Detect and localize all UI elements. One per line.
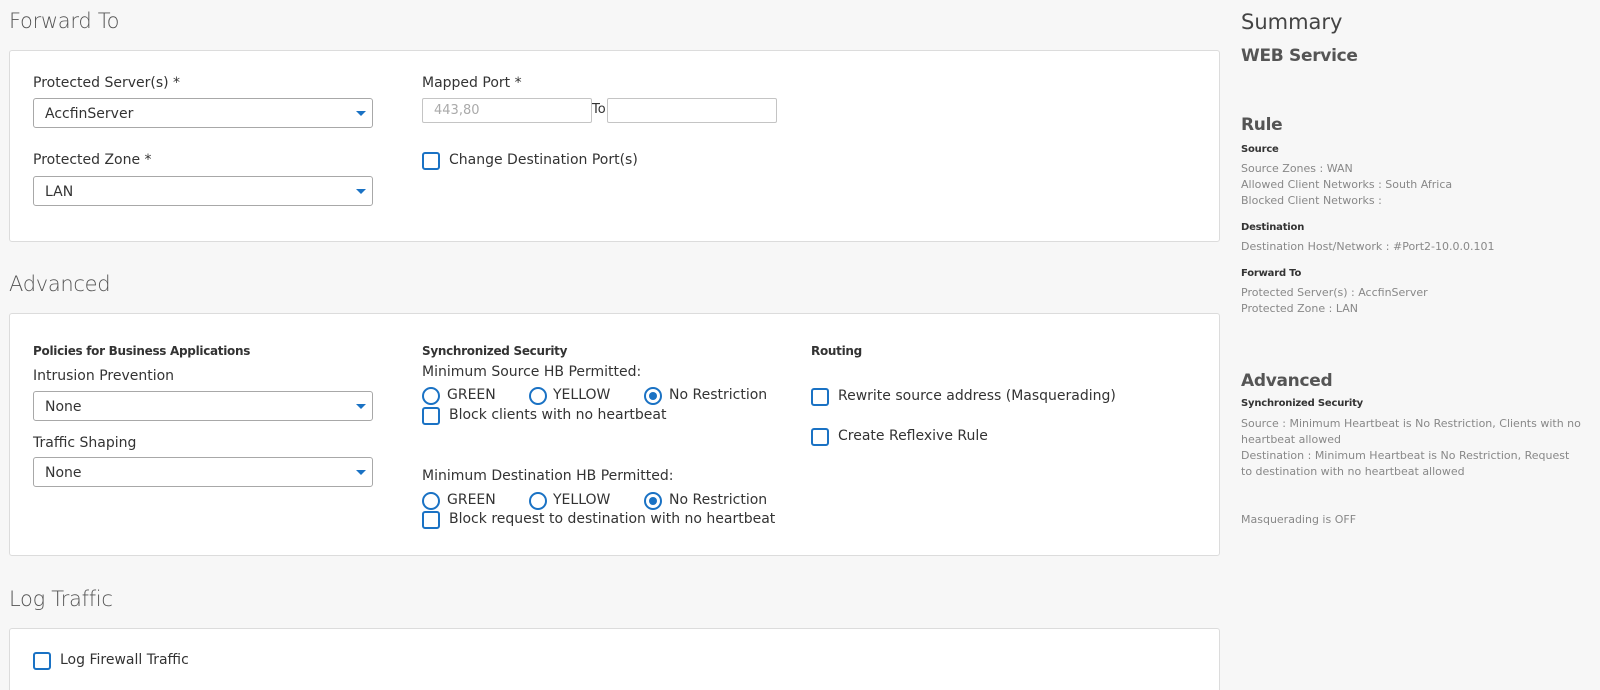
intrusion-prevention-value: None [45, 399, 82, 415]
summary-source-line: Blocked Client Networks : [1241, 194, 1382, 207]
source-hb-yellow-label: YELLOW [553, 387, 611, 403]
summary-advanced-heading: Advanced [1241, 371, 1333, 391]
intrusion-prevention-select[interactable]: None [33, 391, 373, 421]
log-traffic-title: Log Traffic [9, 587, 113, 611]
log-firewall-label: Log Firewall Traffic [60, 652, 189, 668]
summary-forward-line: Protected Zone : LAN [1241, 302, 1358, 315]
forward-to-title: Forward To [9, 9, 120, 33]
summary-sync-line: heartbeat allowed [1241, 433, 1341, 446]
summary-source-list: Source Zones : WAN Allowed Client Networ… [1241, 161, 1452, 209]
mapped-port-label: Mapped Port * [422, 75, 522, 91]
to-label: To [592, 102, 606, 117]
summary-forward-heading: Forward To [1241, 268, 1302, 279]
dest-hb-yellow-label: YELLOW [553, 492, 611, 508]
dest-hb-green-radio[interactable] [422, 492, 440, 510]
intrusion-prevention-label: Intrusion Prevention [33, 368, 175, 384]
summary-forward-line: Protected Server(s) : AccfinServer [1241, 286, 1428, 299]
source-hb-green-label: GREEN [447, 387, 496, 403]
log-traffic-card: Log Firewall Traffic [9, 628, 1220, 690]
advanced-title: Advanced [9, 272, 111, 296]
change-destination-label: Change Destination Port(s) [449, 152, 638, 168]
forward-to-card: Protected Server(s) * AccfinServer Prote… [9, 50, 1220, 242]
summary-destination-heading: Destination [1241, 222, 1305, 233]
summary-forward-list: Protected Server(s) : AccfinServer Prote… [1241, 285, 1428, 317]
min-dest-hb-label: Minimum Destination HB Permitted: [422, 468, 674, 484]
summary-source-heading: Source [1241, 144, 1279, 155]
block-clients-checkbox[interactable] [422, 407, 440, 425]
summary-masquerading: Masquerading is OFF [1241, 513, 1357, 526]
protected-servers-value: AccfinServer [45, 106, 134, 122]
traffic-shaping-label: Traffic Shaping [33, 435, 137, 451]
reflexive-rule-label: Create Reflexive Rule [838, 428, 988, 444]
summary-source-line: Source Zones : WAN [1241, 162, 1353, 175]
dest-hb-norestriction-radio[interactable] [644, 492, 662, 510]
source-hb-green-radio[interactable] [422, 387, 440, 405]
source-hb-yellow-radio[interactable] [529, 387, 547, 405]
block-request-checkbox[interactable] [422, 511, 440, 529]
protected-zone-value: LAN [45, 184, 74, 200]
summary-sync-line: to destination with no heartbeat allowed [1241, 465, 1465, 478]
dest-hb-green-label: GREEN [447, 492, 496, 508]
summary-destination-list: Destination Host/Network : #Port2-10.0.0… [1241, 239, 1494, 255]
chevron-down-icon [356, 404, 366, 409]
dest-hb-yellow-radio[interactable] [529, 492, 547, 510]
change-destination-checkbox[interactable] [422, 152, 440, 170]
source-hb-norestriction-label: No Restriction [669, 387, 768, 403]
rewrite-source-checkbox[interactable] [811, 388, 829, 406]
routing-heading: Routing [811, 344, 862, 358]
summary-subtitle: WEB Service [1241, 46, 1358, 66]
source-hb-norestriction-radio[interactable] [644, 387, 662, 405]
summary-destination-line: Destination Host/Network : #Port2-10.0.0… [1241, 240, 1495, 253]
protected-zone-label: Protected Zone * [33, 152, 152, 168]
block-request-label: Block request to destination with no hea… [449, 511, 776, 527]
sync-security-heading: Synchronized Security [422, 344, 568, 358]
mapped-port-input[interactable]: 443,80 [422, 98, 592, 123]
protected-zone-select[interactable]: LAN [33, 176, 373, 206]
dest-hb-norestriction-label: No Restriction [669, 492, 768, 508]
protected-servers-select[interactable]: AccfinServer [33, 98, 373, 128]
mapped-port-to-input[interactable] [607, 98, 777, 123]
summary-sync-line: Source : Minimum Heartbeat is No Restric… [1241, 417, 1581, 430]
summary-source-line: Allowed Client Networks : South Africa [1241, 178, 1453, 191]
policies-heading: Policies for Business Applications [33, 344, 251, 358]
summary-sync-heading: Synchronized Security [1241, 398, 1363, 409]
advanced-card: Policies for Business Applications Intru… [9, 313, 1220, 556]
traffic-shaping-value: None [45, 465, 82, 481]
summary-title: Summary [1241, 10, 1343, 34]
summary-sync-list: Source : Minimum Heartbeat is No Restric… [1241, 416, 1581, 480]
traffic-shaping-select[interactable]: None [33, 457, 373, 487]
summary-sync-line: Destination : Minimum Heartbeat is No Re… [1241, 449, 1570, 462]
chevron-down-icon [356, 189, 366, 194]
reflexive-rule-checkbox[interactable] [811, 428, 829, 446]
chevron-down-icon [356, 111, 366, 116]
chevron-down-icon [356, 470, 366, 475]
rewrite-source-label: Rewrite source address (Masquerading) [838, 388, 1116, 404]
summary-rule-heading: Rule [1241, 115, 1283, 135]
min-source-hb-label: Minimum Source HB Permitted: [422, 364, 642, 380]
protected-servers-label: Protected Server(s) * [33, 75, 181, 91]
block-clients-label: Block clients with no heartbeat [449, 407, 667, 423]
log-firewall-checkbox[interactable] [33, 652, 51, 670]
